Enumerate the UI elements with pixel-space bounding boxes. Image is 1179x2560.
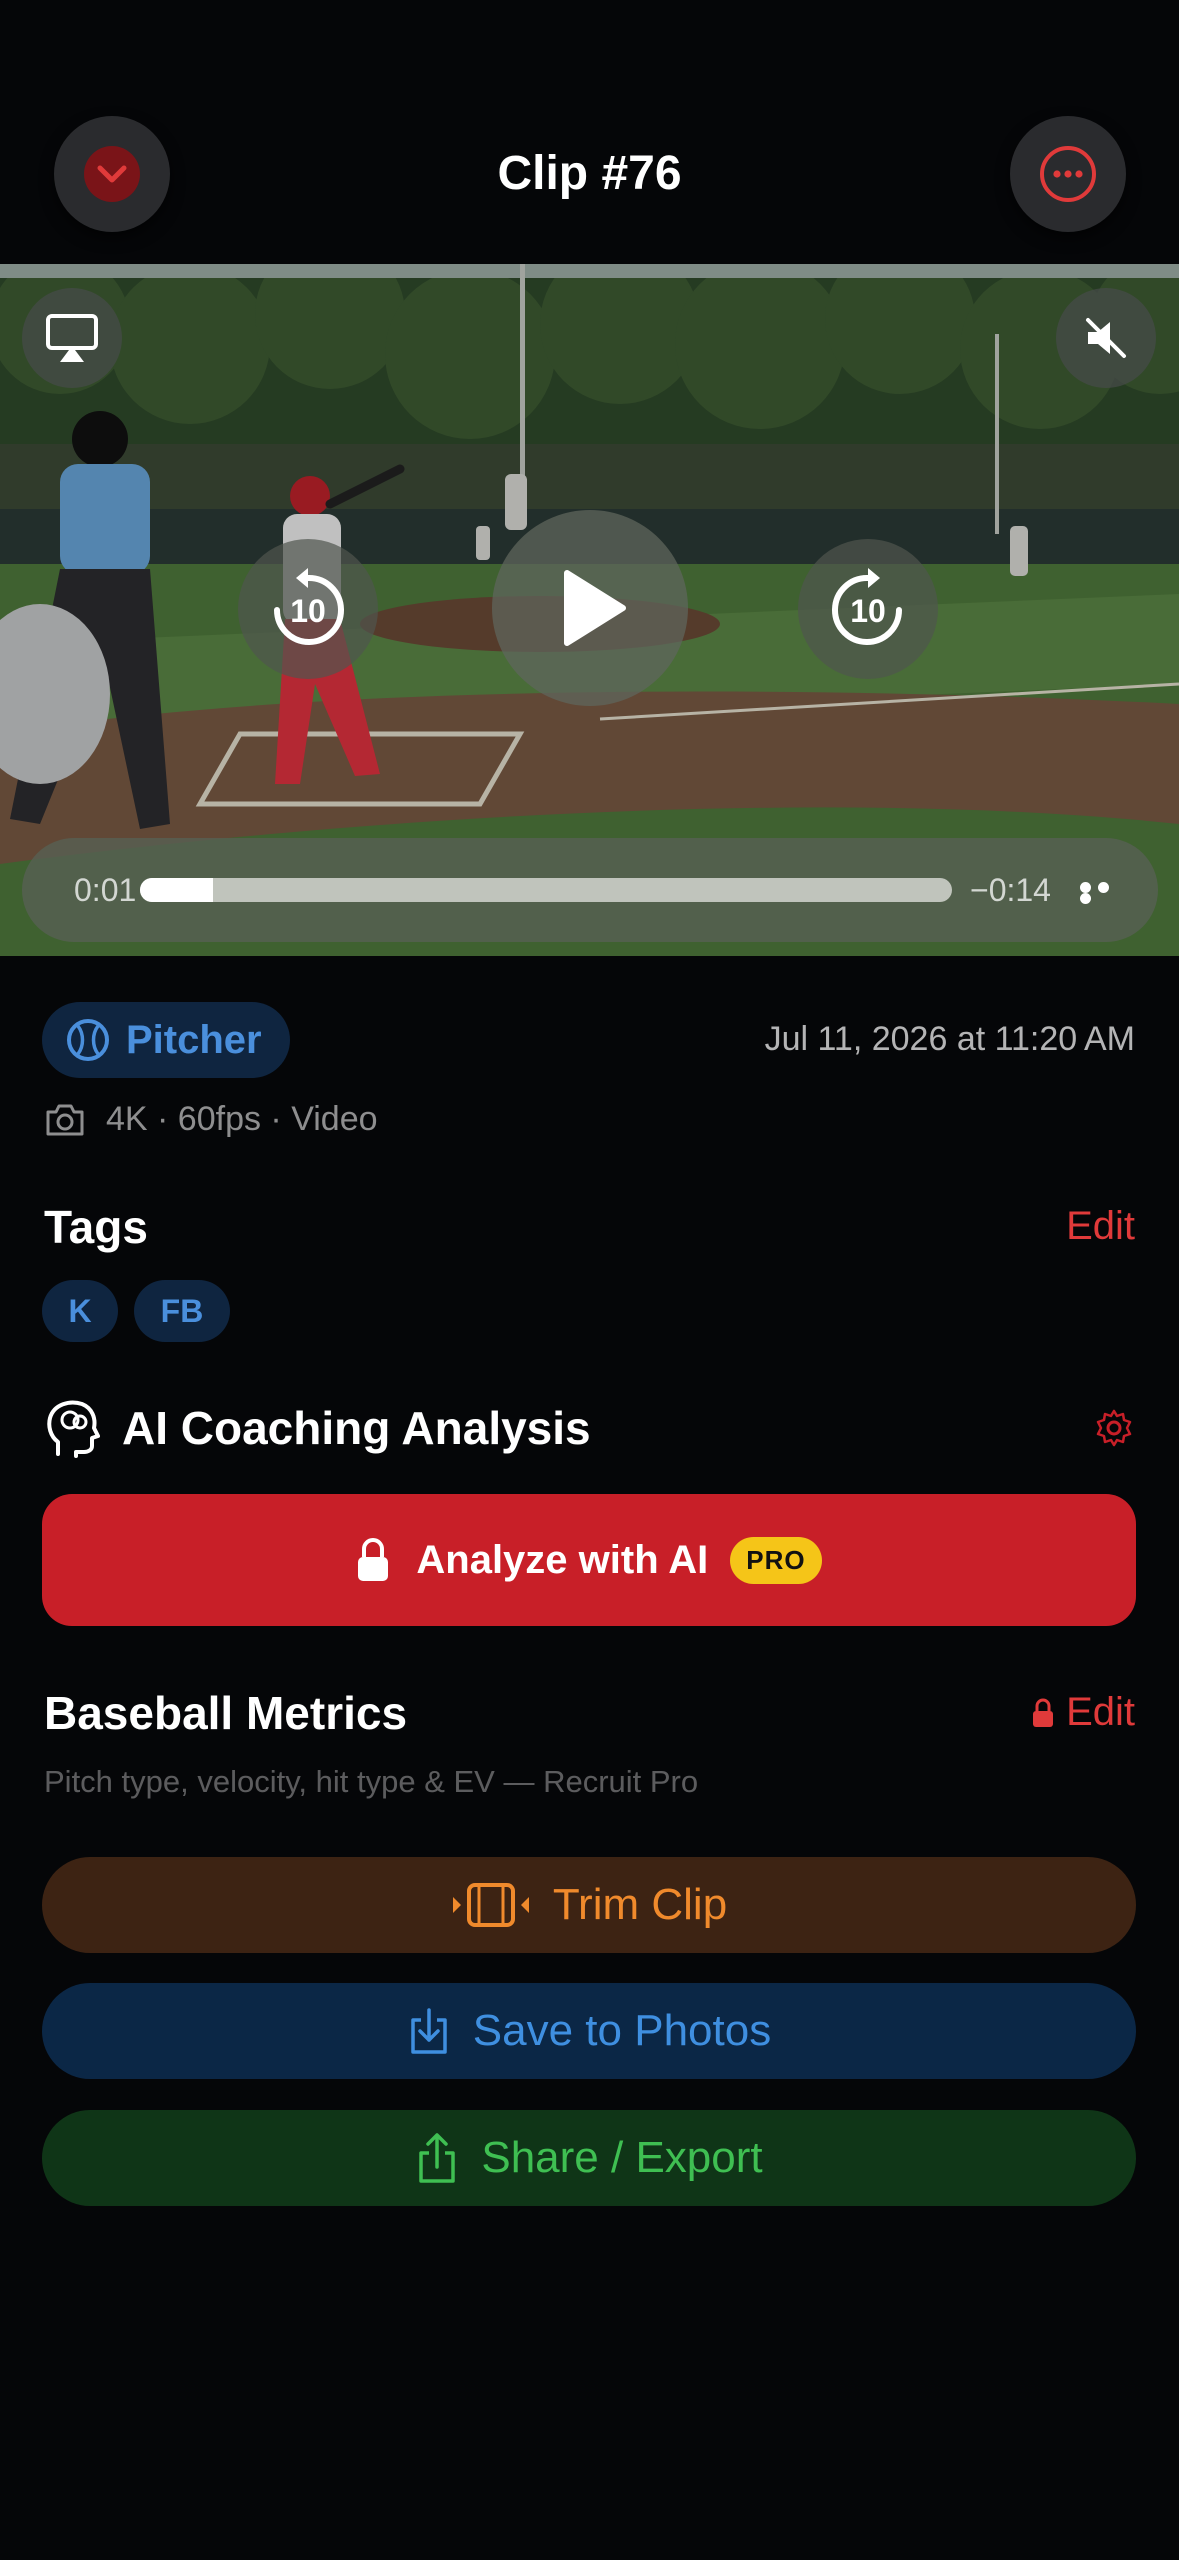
brain-head-icon — [47, 1400, 100, 1458]
playback-bar: 0:01 −0:14 — [22, 838, 1158, 942]
skip-back-button[interactable]: 10 — [238, 539, 378, 679]
metrics-title: Baseball Metrics — [44, 1687, 408, 1739]
tag-chip[interactable]: FB — [134, 1280, 230, 1342]
save-to-photos-label: Save to Photos — [472, 2006, 772, 2055]
trim-clip-button[interactable]: Trim Clip — [42, 1857, 1136, 1953]
airplay-icon — [46, 314, 98, 362]
skip-forward-button[interactable]: 10 — [798, 539, 938, 679]
play-icon — [564, 570, 626, 646]
share-export-label: Share / Export — [481, 2133, 763, 2182]
skip-back-seconds: 10 — [290, 593, 326, 629]
metrics-subtitle: Pitch type, velocity, hit type & EV — Re… — [44, 1764, 699, 1799]
save-to-photos-button[interactable]: Save to Photos — [42, 1983, 1136, 2079]
page-title: Clip #76 — [497, 147, 682, 200]
skip-forward-seconds: 10 — [850, 593, 886, 629]
share-export-button[interactable]: Share / Export — [42, 2110, 1136, 2206]
gear-icon — [1096, 1409, 1132, 1447]
lock-icon — [1033, 1698, 1054, 1727]
trim-icon — [452, 1883, 529, 1927]
ellipsis-circle-icon — [1040, 146, 1096, 202]
current-time: 0:01 — [74, 872, 137, 908]
dot-icon — [1080, 882, 1091, 893]
dot-icon — [1080, 893, 1091, 904]
position-label: Pitcher — [126, 1017, 262, 1062]
ai-section-header: AI Coaching Analysis — [44, 1398, 591, 1458]
airplay-button[interactable] — [22, 288, 122, 388]
skip-forward-10-icon: 10 — [832, 568, 902, 645]
pro-badge: PRO — [730, 1536, 822, 1584]
tags-edit-button[interactable]: Edit — [1066, 1204, 1135, 1249]
metrics-edit-button[interactable]: Edit — [1032, 1690, 1135, 1735]
speaker-muted-icon — [1086, 318, 1126, 358]
clip-date: Jul 11, 2026 at 11:20 AM — [764, 1020, 1135, 1058]
tag-chip[interactable]: K — [42, 1280, 118, 1342]
download-tray-icon — [411, 2008, 447, 2054]
ai-settings-button[interactable] — [1094, 1408, 1134, 1453]
clip-format: 4K · 60fps · Video — [106, 1100, 378, 1138]
mute-button[interactable] — [1056, 288, 1156, 388]
baseball-icon — [67, 1019, 109, 1061]
position-badge[interactable]: Pitcher — [42, 1002, 290, 1078]
skip-back-10-icon: 10 — [274, 568, 344, 645]
camera-icon — [46, 1104, 84, 1135]
progress-fill — [140, 878, 214, 902]
remaining-time: −0:14 — [970, 872, 1051, 908]
analyze-label: Analyze with AI — [416, 1537, 709, 1582]
dot-icon — [1098, 882, 1109, 893]
header-bar: Clip #76 — [0, 0, 1179, 264]
metrics-edit-label: Edit — [1066, 1690, 1135, 1734]
progress-slider[interactable] — [140, 878, 952, 902]
analyze-with-ai-button[interactable]: Analyze with AI PRO — [42, 1494, 1136, 1626]
more-options-button[interactable] — [1010, 116, 1126, 232]
playback-more-button[interactable] — [1080, 882, 1130, 904]
trim-clip-label: Trim Clip — [552, 1880, 728, 1929]
play-button[interactable] — [492, 510, 688, 706]
video-player[interactable]: 10 10 0:01 −0:14 — [0, 264, 1179, 956]
clip-format-row: 4K · 60fps · Video — [44, 1100, 378, 1139]
tags-title: Tags — [44, 1201, 148, 1253]
share-icon — [419, 2133, 456, 2183]
ai-section-title: AI Coaching Analysis — [122, 1402, 591, 1454]
lock-icon — [358, 1538, 389, 1581]
